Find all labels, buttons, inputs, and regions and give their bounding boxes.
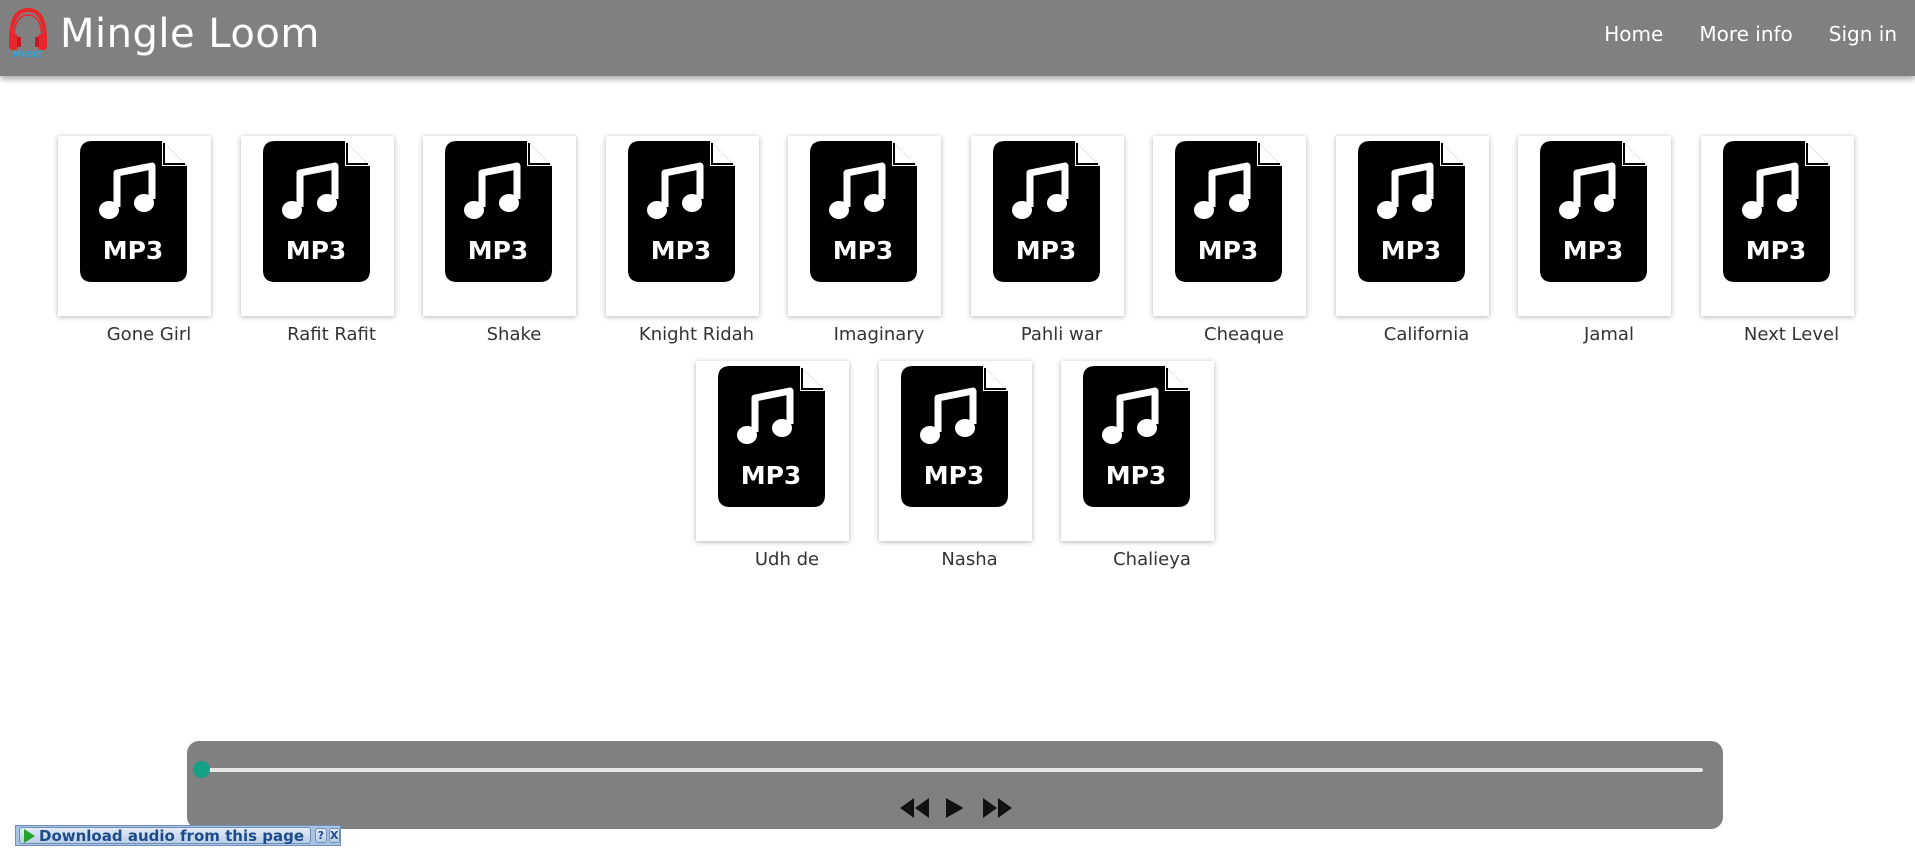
song-title: Nasha [941,549,998,570]
audio-player [187,741,1723,829]
song-title: Rafit Rafit [287,324,376,345]
mp3-label: MP3 [1563,236,1624,265]
mp3-label: MP3 [1380,236,1441,265]
mp3-file-icon: MP3 [1357,141,1465,282]
brand-title: Mingle Loom [60,11,320,57]
seek-bar[interactable] [197,768,1703,772]
mp3-file-icon: MP3 [718,366,825,507]
fast-forward-icon[interactable] [979,793,1015,823]
mp3-label: MP3 [1106,461,1167,490]
nav-links: Home More info Sign in [1604,22,1897,46]
song-card[interactable]: MP3 [58,136,211,316]
mp3-file-icon: MP3 [445,141,552,282]
headphones-logo-icon: MUSIC [6,6,50,62]
mp3-file-icon: MP3 [80,141,187,282]
song-title: California [1383,324,1470,345]
nav-link-sign-in[interactable]: Sign in [1829,22,1897,46]
song-title: Udh de [754,549,820,570]
song-card[interactable]: MP3 [878,361,1032,541]
mp3-file-icon: MP3 [992,141,1100,282]
song-card[interactable]: MP3 [1153,136,1306,316]
download-audio-button[interactable]: Download audio from this page [19,826,312,845]
song-card[interactable]: MP3 [1061,361,1214,541]
mp3-label: MP3 [468,236,529,265]
mp3-file-icon: MP3 [900,366,1008,507]
song-card[interactable]: MP3 [1335,136,1489,316]
song-card[interactable]: MP3 [240,136,394,316]
song-title: Pahli war [1020,324,1103,345]
mp3-label: MP3 [285,236,346,265]
mp3-file-icon: MP3 [810,141,917,282]
song-title: Shake [486,324,542,345]
download-audio-toolbar: Download audio from this page ? X [15,825,341,846]
nav-link-home[interactable]: Home [1604,22,1663,46]
mp3-label: MP3 [650,236,711,265]
top-navbar: MUSIC Mingle Loom Home More info Sign in [0,0,1915,76]
mp3-label: MP3 [923,461,984,490]
song-card[interactable]: MP3 [696,361,849,541]
nav-link-more-info[interactable]: More info [1699,22,1792,46]
mp3-label: MP3 [1198,236,1259,265]
close-button[interactable]: X [328,828,340,843]
song-title: Next Level [1743,324,1840,345]
mp3-file-icon: MP3 [1540,141,1647,282]
song-title: Gone Girl [106,324,192,345]
mp3-label: MP3 [741,461,802,490]
song-card[interactable]: MP3 [605,136,759,316]
logo-caption: MUSIC [13,50,43,59]
download-audio-label: Download audio from this page [39,826,305,845]
rewind-icon[interactable] [897,793,933,823]
seek-thumb[interactable] [193,761,210,778]
mp3-file-icon: MP3 [1083,366,1190,507]
mp3-label: MP3 [103,236,164,265]
song-title: Chalieya [1113,549,1191,570]
mp3-file-icon: MP3 [1175,141,1282,282]
help-button[interactable]: ? [315,828,327,843]
song-title: Imaginary [833,324,925,345]
mp3-file-icon: MP3 [262,141,370,282]
song-card[interactable]: MP3 [423,136,576,316]
mp3-file-icon: MP3 [627,141,735,282]
song-title: Jamal [1584,324,1634,345]
song-title: Cheaque [1204,324,1284,345]
player-controls [897,793,1015,823]
song-card[interactable]: MP3 [1518,136,1671,316]
song-card[interactable]: MP3 [788,136,941,316]
song-card[interactable]: MP3 [1700,136,1854,316]
mp3-label: MP3 [1745,236,1806,265]
song-title: Knight Ridah [638,324,755,345]
song-card[interactable]: MP3 [970,136,1124,316]
play-arrow-icon [24,828,35,843]
mp3-label: MP3 [1015,236,1076,265]
play-icon[interactable] [941,793,971,823]
mp3-label: MP3 [833,236,894,265]
brand[interactable]: MUSIC Mingle Loom [6,6,320,62]
mp3-file-icon: MP3 [1722,141,1830,282]
